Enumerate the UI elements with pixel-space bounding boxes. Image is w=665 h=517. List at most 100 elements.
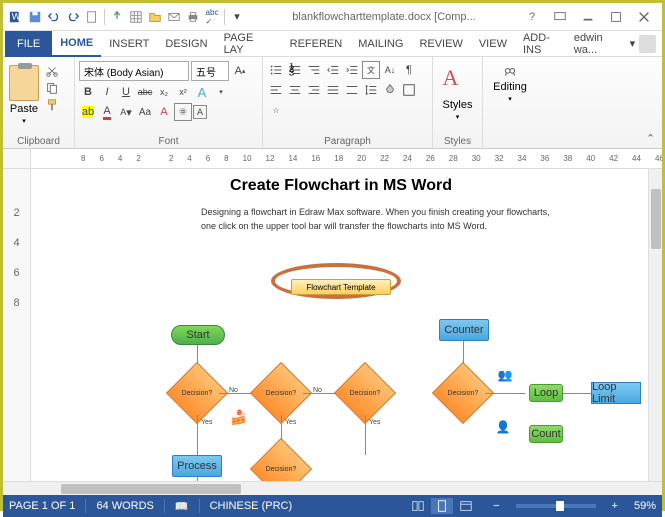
cut-button[interactable] — [43, 63, 61, 79]
count-node[interactable]: Count — [529, 425, 563, 443]
undo-icon[interactable] — [45, 8, 63, 26]
scroll-thumb[interactable] — [651, 189, 661, 249]
change-case-button[interactable]: Aa — [136, 103, 154, 121]
distribute-button[interactable] — [343, 81, 361, 99]
phonetic-guide-button[interactable]: ㊥ — [174, 103, 192, 121]
strike-button[interactable]: abc — [136, 83, 154, 101]
align-left-button[interactable] — [267, 81, 285, 99]
read-mode-button[interactable] — [407, 498, 429, 514]
zoom-in-button[interactable]: + — [612, 500, 618, 512]
document-canvas[interactable]: Create Flowchart in MS Word Designing a … — [31, 169, 648, 481]
font-color-button[interactable]: A — [98, 103, 116, 121]
touch-icon[interactable] — [108, 8, 126, 26]
flowchart-diagram[interactable]: Flowchart Template Start Decision? No De… — [81, 259, 641, 481]
align-right-button[interactable] — [305, 81, 323, 99]
tab-mailing[interactable]: MAILING — [350, 31, 411, 57]
char-border-button[interactable]: A — [193, 105, 207, 119]
editing-button[interactable]: Editing ▾ — [491, 63, 529, 105]
vertical-ruler[interactable]: 2468 — [3, 169, 31, 481]
line-spacing-button[interactable] — [362, 81, 380, 99]
tab-insert[interactable]: INSERT — [101, 31, 157, 57]
document-title[interactable]: Create Flowchart in MS Word — [81, 177, 601, 195]
email-icon[interactable] — [165, 8, 183, 26]
collapse-ribbon-button[interactable]: ⌃ — [646, 132, 660, 146]
multilevel-button[interactable] — [305, 61, 323, 79]
paragraph-group-label: Paragraph — [263, 136, 432, 147]
font-name-combo[interactable]: 宋体 (Body Asian) — [79, 61, 189, 81]
borders-button[interactable] — [400, 81, 418, 99]
tab-references[interactable]: REFEREN — [282, 31, 351, 57]
format-painter-button[interactable] — [43, 97, 61, 113]
user-name[interactable]: edwin wa... — [574, 32, 626, 56]
redo-icon[interactable] — [64, 8, 82, 26]
show-marks-button[interactable]: ¶ — [400, 61, 418, 79]
horizontal-ruler[interactable]: 8642246810121416182022242628303234363840… — [31, 149, 662, 168]
print-layout-button[interactable] — [431, 498, 453, 514]
decision-node[interactable]: Decision? — [250, 438, 312, 481]
grow-font-button[interactable]: A▴ — [231, 62, 249, 80]
page-indicator[interactable]: PAGE 1 OF 1 — [9, 500, 75, 512]
word-count[interactable]: 64 WORDS — [96, 500, 153, 512]
avatar[interactable] — [639, 35, 656, 53]
text-direction-button[interactable]: 文 — [362, 61, 380, 79]
minimize-icon[interactable] — [578, 9, 598, 25]
separator — [104, 9, 105, 25]
zoom-slider[interactable] — [516, 504, 596, 508]
counter-node[interactable]: Counter — [439, 319, 489, 341]
paste-button[interactable]: Paste ▾ — [7, 63, 41, 127]
new-icon[interactable] — [83, 8, 101, 26]
tab-design[interactable]: DESIGN — [157, 31, 215, 57]
bullets-button[interactable] — [267, 61, 285, 79]
tab-view[interactable]: VIEW — [471, 31, 515, 57]
highlight-button[interactable]: ab — [79, 103, 97, 121]
tab-pagelayout[interactable]: PAGE LAY — [216, 31, 282, 57]
qat-dropdown-icon[interactable]: ▾ — [228, 8, 246, 26]
scroll-thumb[interactable] — [61, 484, 241, 494]
spelling-icon[interactable]: abc✓ — [203, 8, 221, 26]
clear-format-button[interactable]: A — [155, 103, 173, 121]
start-node[interactable]: Start — [171, 325, 225, 345]
styles-button[interactable]: A Styles ▾ — [441, 63, 475, 123]
shading-button[interactable] — [381, 81, 399, 99]
save-icon[interactable] — [26, 8, 44, 26]
file-tab[interactable]: FILE — [5, 31, 52, 57]
print-icon[interactable] — [184, 8, 202, 26]
underline-button[interactable]: U — [117, 83, 135, 101]
tab-addins[interactable]: ADD-INS — [515, 31, 574, 57]
copy-button[interactable] — [43, 80, 61, 96]
horizontal-scrollbar[interactable] — [3, 481, 662, 495]
user-dropdown-icon[interactable]: ▾ — [630, 37, 636, 50]
loop-node[interactable]: Loop — [529, 384, 563, 402]
italic-button[interactable]: I — [98, 83, 116, 101]
open-icon[interactable] — [146, 8, 164, 26]
subscript-button[interactable]: x₂ — [155, 83, 173, 101]
sort-button[interactable]: A↓ — [381, 61, 399, 79]
bold-button[interactable]: B — [79, 83, 97, 101]
table-icon[interactable] — [127, 8, 145, 26]
close-icon[interactable] — [634, 9, 654, 25]
language-indicator[interactable]: CHINESE (PRC) — [210, 500, 293, 512]
text-effects-button[interactable]: A — [193, 83, 211, 101]
increase-indent-button[interactable] — [343, 61, 361, 79]
chevron-down-icon[interactable]: ▾ — [212, 83, 230, 101]
zoom-level[interactable]: 59% — [634, 500, 656, 512]
looplimit-node[interactable]: Loop Limit — [591, 382, 641, 404]
document-body[interactable]: Designing a flowchart in Edraw Max softw… — [81, 195, 601, 234]
align-center-button[interactable] — [286, 81, 304, 99]
decrease-indent-button[interactable] — [324, 61, 342, 79]
tab-review[interactable]: REVIEW — [411, 31, 470, 57]
web-layout-button[interactable] — [455, 498, 477, 514]
process-node[interactable]: Process — [172, 455, 222, 477]
tab-home[interactable]: HOME — [52, 31, 101, 57]
char-spacing-button[interactable]: ☆ — [267, 101, 285, 119]
vertical-scrollbar[interactable] — [648, 169, 662, 481]
ribbon-options-icon[interactable] — [550, 9, 570, 25]
zoom-out-button[interactable]: − — [493, 500, 499, 512]
help-icon[interactable]: ? — [522, 9, 542, 25]
numbering-button[interactable]: 123 — [286, 61, 304, 79]
superscript-button[interactable]: x² — [174, 83, 192, 101]
justify-button[interactable] — [324, 81, 342, 99]
maximize-icon[interactable] — [606, 9, 626, 25]
font-size-combo[interactable]: 五号 — [191, 61, 229, 81]
shrink-font-button[interactable]: A▾ — [117, 103, 135, 121]
